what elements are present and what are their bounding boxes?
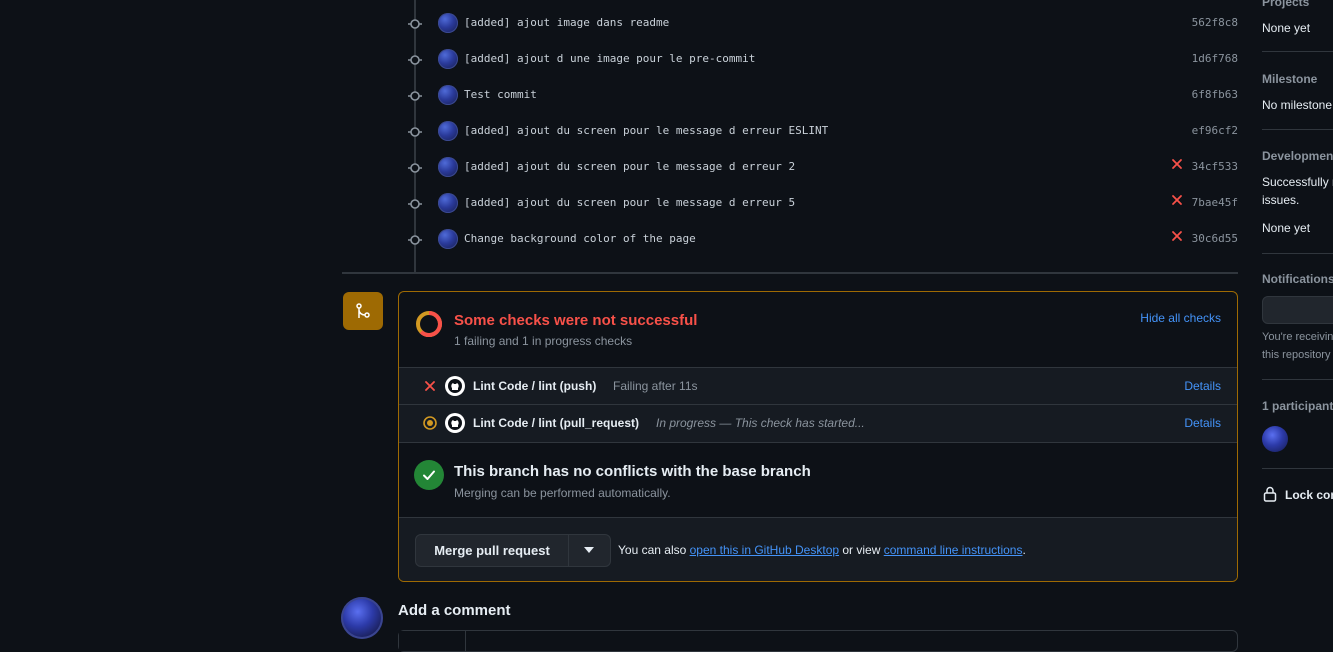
commit-sha[interactable]: 30c6d55 — [1192, 232, 1238, 245]
check-failed-icon[interactable] — [1170, 229, 1184, 243]
check-success-icon — [414, 460, 444, 490]
current-user-avatar[interactable] — [341, 597, 383, 639]
commit-row: [added] ajout d une image pour le pre-co… — [400, 46, 1240, 82]
commit-node-icon — [408, 127, 422, 137]
commit-node-icon — [408, 55, 422, 65]
commit-node-icon — [408, 19, 422, 29]
sidebar-projects-label: Projects — [1262, 0, 1310, 9]
commit-message[interactable]: [added] ajout du screen pour le message … — [464, 196, 795, 209]
commit-message[interactable]: [added] ajout d une image pour le pre-co… — [464, 52, 755, 65]
add-comment-title: Add a comment — [398, 602, 511, 619]
commit-node-icon — [408, 235, 422, 245]
check-name: Lint Code / lint (pull_request) — [473, 416, 639, 430]
commit-row: [added] ajout image dans readme 562f8c8 — [400, 10, 1240, 46]
sidebar-participants-label: 1 participant — [1262, 399, 1333, 413]
github-actions-icon — [445, 376, 465, 396]
hide-all-checks-button[interactable]: Hide all checks — [1140, 311, 1221, 325]
merge-box: Some checks were not successful 1 failin… — [398, 291, 1238, 582]
separator — [1262, 468, 1333, 469]
checks-summary: Some checks were not successful 1 failin… — [399, 292, 1237, 367]
checks-status-title: Some checks were not successful — [454, 312, 698, 329]
separator — [1262, 129, 1333, 130]
sidebar-development-value: None yet — [1262, 221, 1311, 235]
commit-row: Change background color of the page 30c6… — [400, 226, 1240, 262]
check-status: Failing after 11s — [613, 379, 698, 393]
commit-sha[interactable]: ef96cf2 — [1192, 124, 1238, 137]
merge-footer: Merge pull request You can also open thi… — [399, 518, 1237, 581]
triangle-down-icon — [584, 547, 594, 553]
check-name: Lint Code / lint (push) — [473, 379, 597, 393]
merge-text-middle: or view — [839, 543, 884, 557]
commit-message[interactable]: Change background color of the page — [464, 232, 696, 245]
merge-alternatives-text: You can also open this in GitHub Desktop… — [618, 543, 1026, 557]
commit-author-avatar[interactable] — [438, 13, 458, 33]
commit-sha[interactable]: 6f8fb63 — [1192, 88, 1238, 101]
merge-method-dropdown[interactable] — [569, 535, 610, 566]
command-line-instructions-link[interactable]: command line instructions — [884, 543, 1023, 557]
git-merge-icon — [356, 303, 370, 318]
merge-text-prefix: You can also — [618, 543, 690, 557]
merge-pull-request-button[interactable]: Merge pull request — [416, 535, 569, 566]
conflicts-title: This branch has no conflicts with the ba… — [454, 463, 811, 480]
commit-sha[interactable]: 562f8c8 — [1192, 16, 1238, 29]
commit-node-icon — [408, 91, 422, 101]
separator — [1262, 379, 1333, 380]
sidebar-notifications-label: Notifications — [1262, 272, 1333, 286]
commit-row: [added] ajout du screen pour le message … — [400, 154, 1240, 190]
checks-status-ring-icon — [416, 311, 442, 337]
sidebar-development-text-2: issues. — [1262, 193, 1300, 207]
commit-node-icon — [408, 199, 422, 209]
check-failed-icon — [425, 381, 435, 391]
commit-row: [added] ajout du screen pour le message … — [400, 118, 1240, 154]
check-in-progress-icon — [423, 416, 437, 430]
participant-avatar[interactable] — [1262, 426, 1288, 452]
sidebar-development-text: Successfully m — [1262, 175, 1333, 189]
commit-sha[interactable]: 7bae45f — [1192, 196, 1238, 209]
sidebar-projects-value: None yet — [1262, 21, 1311, 35]
merge-text-suffix: . — [1022, 543, 1026, 557]
checks-status-subtitle: 1 failing and 1 in progress checks — [454, 334, 633, 348]
lock-conversation-button[interactable]: Lock con — [1285, 488, 1333, 502]
check-row-lint-pull-request: Lint Code / lint (pull_request) In progr… — [399, 405, 1237, 442]
commit-author-avatar[interactable] — [438, 229, 458, 249]
commit-author-avatar[interactable] — [438, 157, 458, 177]
lock-icon — [1263, 486, 1277, 502]
commit-sha[interactable]: 1d6f768 — [1192, 52, 1238, 65]
commit-author-avatar[interactable] — [438, 49, 458, 69]
open-github-desktop-link[interactable]: open this in GitHub Desktop — [690, 543, 839, 557]
check-row-lint-push: Lint Code / lint (push) Failing after 11… — [399, 368, 1237, 405]
separator — [1262, 253, 1333, 254]
commit-author-avatar[interactable] — [438, 193, 458, 213]
commit-node-icon — [408, 163, 422, 173]
sidebar-notifications-text-2: this repository — [1262, 349, 1331, 361]
commit-author-avatar[interactable] — [438, 85, 458, 105]
github-actions-icon — [445, 413, 465, 433]
commit-message[interactable]: [added] ajout du screen pour le message … — [464, 160, 795, 173]
timeline-divider — [342, 272, 1238, 274]
check-details-link[interactable]: Details — [1184, 416, 1221, 430]
notifications-subscribe-button[interactable] — [1262, 296, 1333, 324]
check-details-link[interactable]: Details — [1184, 379, 1221, 393]
check-failed-icon[interactable] — [1170, 157, 1184, 171]
commit-message[interactable]: [added] ajout du screen pour le message … — [464, 124, 828, 137]
comment-write-tab[interactable] — [399, 631, 466, 651]
merge-button-group: Merge pull request — [415, 534, 611, 567]
commit-row: Test commit 6f8fb63 — [400, 82, 1240, 118]
conflicts-subtitle: Merging can be performed automatically. — [454, 486, 671, 500]
sidebar-milestone-label[interactable]: Milestone — [1262, 72, 1317, 86]
commit-message[interactable]: Test commit — [464, 88, 537, 101]
comment-editor[interactable] — [398, 630, 1238, 652]
sidebar-development-label[interactable]: Development — [1262, 149, 1333, 163]
commit-sha[interactable]: 34cf533 — [1192, 160, 1238, 173]
merge-status-icon — [343, 292, 383, 330]
sidebar-milestone-value: No milestone — [1262, 98, 1333, 112]
commit-row: [added] ajout du screen pour le message … — [400, 190, 1240, 226]
check-status: In progress — This check has started... — [656, 416, 865, 430]
sidebar-notifications-text: You're receivin — [1262, 331, 1333, 343]
commit-message[interactable]: [added] ajout image dans readme — [464, 16, 669, 29]
conflicts-section: This branch has no conflicts with the ba… — [399, 443, 1237, 517]
check-failed-icon[interactable] — [1170, 193, 1184, 207]
commit-author-avatar[interactable] — [438, 121, 458, 141]
separator — [1262, 51, 1333, 52]
